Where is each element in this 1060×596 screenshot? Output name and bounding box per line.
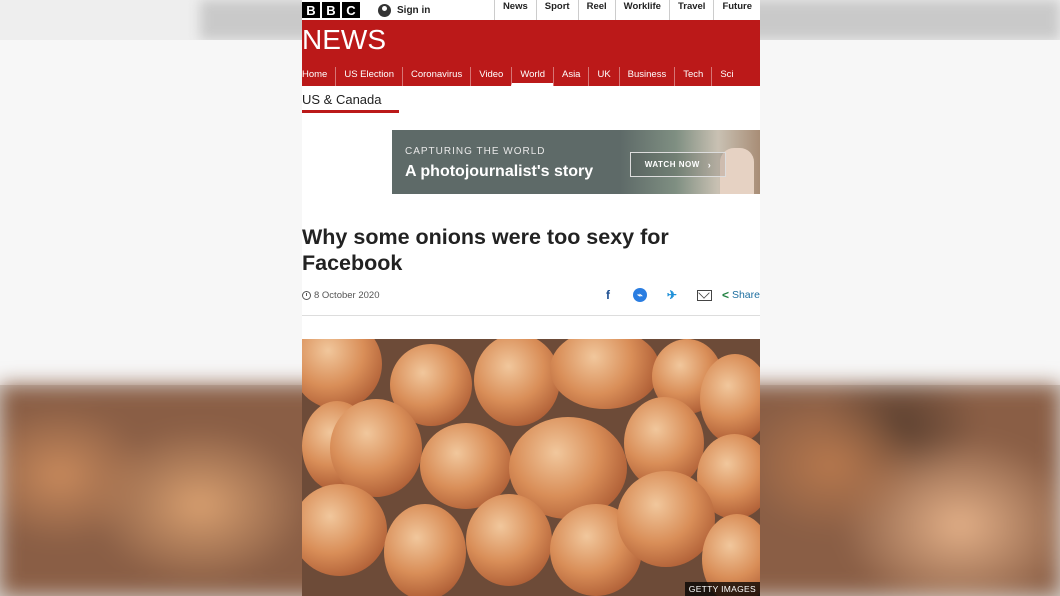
news-nav-home[interactable]: Home	[302, 67, 335, 86]
top-nav-travel[interactable]: Travel	[668, 0, 713, 20]
onion-shape	[466, 494, 552, 586]
user-icon	[378, 3, 391, 17]
onion-shape	[617, 471, 715, 567]
share-icon: <	[721, 288, 729, 302]
top-nav-sport[interactable]: Sport	[535, 0, 578, 20]
bbc-topbar: B B C Sign in News Sport Reel Worklife T…	[302, 0, 760, 20]
section-label[interactable]: US & Canada	[302, 92, 382, 107]
promo-kicker: CAPTURING THE WORLD	[405, 146, 546, 157]
promo-title: A photojournalist's story	[405, 163, 594, 180]
news-nav-asia[interactable]: Asia	[552, 67, 588, 86]
logo-letter: C	[342, 2, 360, 18]
article-image: GETTY IMAGES	[302, 339, 760, 596]
image-credit: GETTY IMAGES	[684, 582, 760, 596]
news-nav-uk[interactable]: UK	[588, 67, 618, 86]
news-wordmark[interactable]: NEWS	[302, 24, 386, 56]
onion-shape	[302, 484, 387, 576]
share-label: Share	[731, 289, 760, 301]
email-icon[interactable]	[696, 289, 712, 301]
onion-shape	[550, 339, 660, 409]
watch-now-label: WATCH NOW	[644, 160, 700, 169]
sign-in-link[interactable]: Sign in	[378, 3, 431, 17]
top-nav: News Sport Reel Worklife Travel Future	[493, 0, 760, 20]
article-date: 8 October 2020	[302, 290, 380, 301]
onion-shape	[474, 339, 560, 426]
news-nav-tech[interactable]: Tech	[674, 67, 711, 86]
top-nav-worklife[interactable]: Worklife	[614, 0, 669, 20]
chevron-right-icon: ›	[707, 159, 712, 170]
onion-shape	[700, 354, 760, 444]
bbc-article-page: B B C Sign in News Sport Reel Worklife T…	[302, 0, 760, 596]
onion-shape	[330, 399, 422, 497]
twitter-icon[interactable]: ✈	[665, 288, 679, 302]
share-tools: f ⌁ ✈ < Share	[583, 288, 760, 302]
news-nav-sci[interactable]: Sci	[711, 67, 741, 86]
news-nav: Home US Election Coronavirus Video World…	[302, 67, 742, 86]
news-nav-world[interactable]: World	[511, 67, 553, 86]
article-meta: 8 October 2020 f ⌁ ✈ < Share	[302, 288, 760, 316]
messenger-icon[interactable]: ⌁	[632, 288, 647, 302]
section-header: US & Canada	[302, 86, 760, 113]
top-nav-future[interactable]: Future	[713, 0, 760, 20]
sign-in-label: Sign in	[397, 4, 431, 16]
date-text: 8 October 2020	[314, 290, 380, 301]
top-nav-reel[interactable]: Reel	[577, 0, 615, 20]
top-nav-news[interactable]: News	[493, 0, 536, 20]
onion-shape	[384, 504, 466, 596]
section-underline	[302, 110, 399, 113]
clock-icon	[302, 291, 311, 300]
article-headline: Why some onions were too sexy for Facebo…	[302, 225, 669, 275]
logo-letter: B	[302, 2, 320, 18]
logo-letter: B	[322, 2, 340, 18]
facebook-icon[interactable]: f	[601, 288, 615, 302]
news-nav-us-election[interactable]: US Election	[335, 67, 402, 86]
news-header: NEWS Home US Election Coronavirus Video …	[302, 20, 760, 86]
share-button[interactable]: < Share	[722, 288, 760, 302]
promo-banner[interactable]: CAPTURING THE WORLD A photojournalist's …	[392, 130, 760, 194]
news-nav-business[interactable]: Business	[618, 67, 675, 86]
bbc-logo[interactable]: B B C	[302, 2, 360, 18]
news-nav-coronavirus[interactable]: Coronavirus	[401, 67, 470, 86]
watch-now-button[interactable]: WATCH NOW ›	[630, 152, 726, 177]
news-nav-video[interactable]: Video	[470, 67, 511, 86]
